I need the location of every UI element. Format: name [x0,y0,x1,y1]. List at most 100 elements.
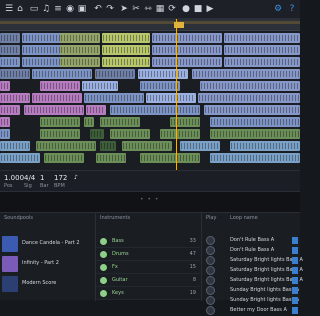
audio-clip[interactable] [102,45,150,55]
audio-clip[interactable] [102,33,150,43]
track-lane[interactable] [0,153,300,164]
play-loop-icon[interactable] [206,276,215,285]
tempo-value[interactable]: 172 [54,174,67,182]
audio-clip[interactable] [210,153,300,163]
instrument-item[interactable]: Drums 47 [96,248,200,261]
audio-clip[interactable] [36,141,96,151]
track-lane[interactable] [0,33,300,44]
audio-clip[interactable] [100,117,140,127]
arranger-tracks[interactable] [0,31,300,170]
pointer-icon[interactable]: ➤ [118,3,130,15]
audio-clip[interactable] [0,117,10,127]
track-lane[interactable] [0,69,300,80]
play-loop-icon[interactable] [206,296,215,305]
audio-clip[interactable] [210,117,300,127]
audio-clip[interactable] [40,117,80,127]
audio-clip[interactable] [152,45,222,55]
folder-icon[interactable]: ▭ [28,3,40,15]
audio-clip[interactable] [224,33,300,43]
audio-clip[interactable] [95,69,135,79]
redo-icon[interactable]: ↷ [104,3,116,15]
audio-clip[interactable] [146,93,196,103]
audio-clip[interactable] [0,33,20,43]
audio-clip[interactable] [230,141,300,151]
soundpool-item[interactable]: Dance Candela - Part 2 [2,235,92,253]
soundpool-item[interactable]: Modern Score [2,275,92,293]
play-loop-icon[interactable] [206,236,215,245]
play-icon[interactable]: ▶ [204,3,216,15]
record-icon[interactable]: ● [180,3,192,15]
audio-clip[interactable] [0,69,30,79]
stop-icon[interactable]: ■ [192,3,204,15]
music-icon[interactable]: ♫ [40,3,52,15]
audio-clip[interactable] [170,117,200,127]
cut-icon[interactable]: ✂ [130,3,142,15]
audio-clip[interactable] [200,81,300,91]
audio-clip[interactable] [160,129,200,139]
audio-clip[interactable] [82,81,118,91]
audio-clip[interactable] [152,57,222,67]
audio-clip[interactable] [0,93,30,103]
audio-clip[interactable] [0,105,20,115]
audio-clip[interactable] [84,93,144,103]
instrument-item[interactable]: Bass 33 [96,235,200,248]
instrument-item[interactable]: Guitar 8 [96,274,200,287]
settings-icon[interactable]: ⚙ [272,3,284,15]
undo-icon[interactable]: ↶ [92,3,104,15]
audio-clip[interactable] [110,129,150,139]
audio-clip[interactable] [0,45,20,55]
instrument-item[interactable]: Keys 19 [96,287,200,300]
audio-clip[interactable] [192,69,300,79]
metronome-icon[interactable]: ♪ [74,174,78,181]
home-icon[interactable]: ⌂ [14,3,26,15]
audio-clip[interactable] [24,105,84,115]
audio-clip[interactable] [180,141,220,151]
audio-clip[interactable] [204,105,300,115]
audio-clip[interactable] [122,141,172,151]
audio-clip[interactable] [110,105,200,115]
track-lane[interactable] [0,57,300,68]
play-loop-icon[interactable] [206,256,215,265]
instrument-item[interactable]: Fx 15 [96,261,200,274]
play-loop-icon[interactable] [206,266,215,275]
signature-value[interactable]: 4/4 [24,174,35,182]
audio-clip[interactable] [224,45,300,55]
audio-clip[interactable] [0,141,30,151]
audio-clip[interactable] [0,57,20,67]
audio-clip[interactable] [90,129,104,139]
audio-clip[interactable] [32,69,92,79]
play-loop-icon[interactable] [206,246,215,255]
audio-clip[interactable] [40,129,80,139]
help-icon[interactable]: ? [286,3,298,15]
audio-clip[interactable] [102,57,150,67]
list-icon[interactable]: ≡ [52,3,64,15]
loop-item[interactable]: Better my Door Bass A [202,305,300,316]
track-lane[interactable] [0,81,300,92]
audio-clip[interactable] [40,81,80,91]
media-icon[interactable]: ▣ [76,3,88,15]
play-loop-icon[interactable] [206,306,215,315]
track-lane[interactable] [0,105,300,116]
audio-clip[interactable] [32,93,82,103]
disc-icon[interactable]: ◉ [64,3,76,15]
audio-clip[interactable] [60,45,100,55]
soundpool-item[interactable]: Infinity - Part 2 [2,255,92,273]
audio-clip[interactable] [44,153,84,163]
audio-clip[interactable] [0,81,10,91]
audio-clip[interactable] [60,57,100,67]
track-lane[interactable] [0,117,300,128]
track-lane[interactable] [0,93,300,104]
audio-clip[interactable] [210,129,300,139]
loop-icon[interactable]: ⟳ [166,3,178,15]
audio-clip[interactable] [140,153,200,163]
track-lane[interactable] [0,45,300,56]
audio-clip[interactable] [100,141,116,151]
loop-range-bar[interactable] [0,21,300,24]
audio-clip[interactable] [138,69,188,79]
audio-clip[interactable] [96,153,126,163]
audio-clip[interactable] [0,153,40,163]
grid-icon[interactable]: ▦ [154,3,166,15]
audio-clip[interactable] [198,93,300,103]
resize-handle-icon[interactable]: • • • [140,196,159,203]
play-loop-icon[interactable] [206,286,215,295]
